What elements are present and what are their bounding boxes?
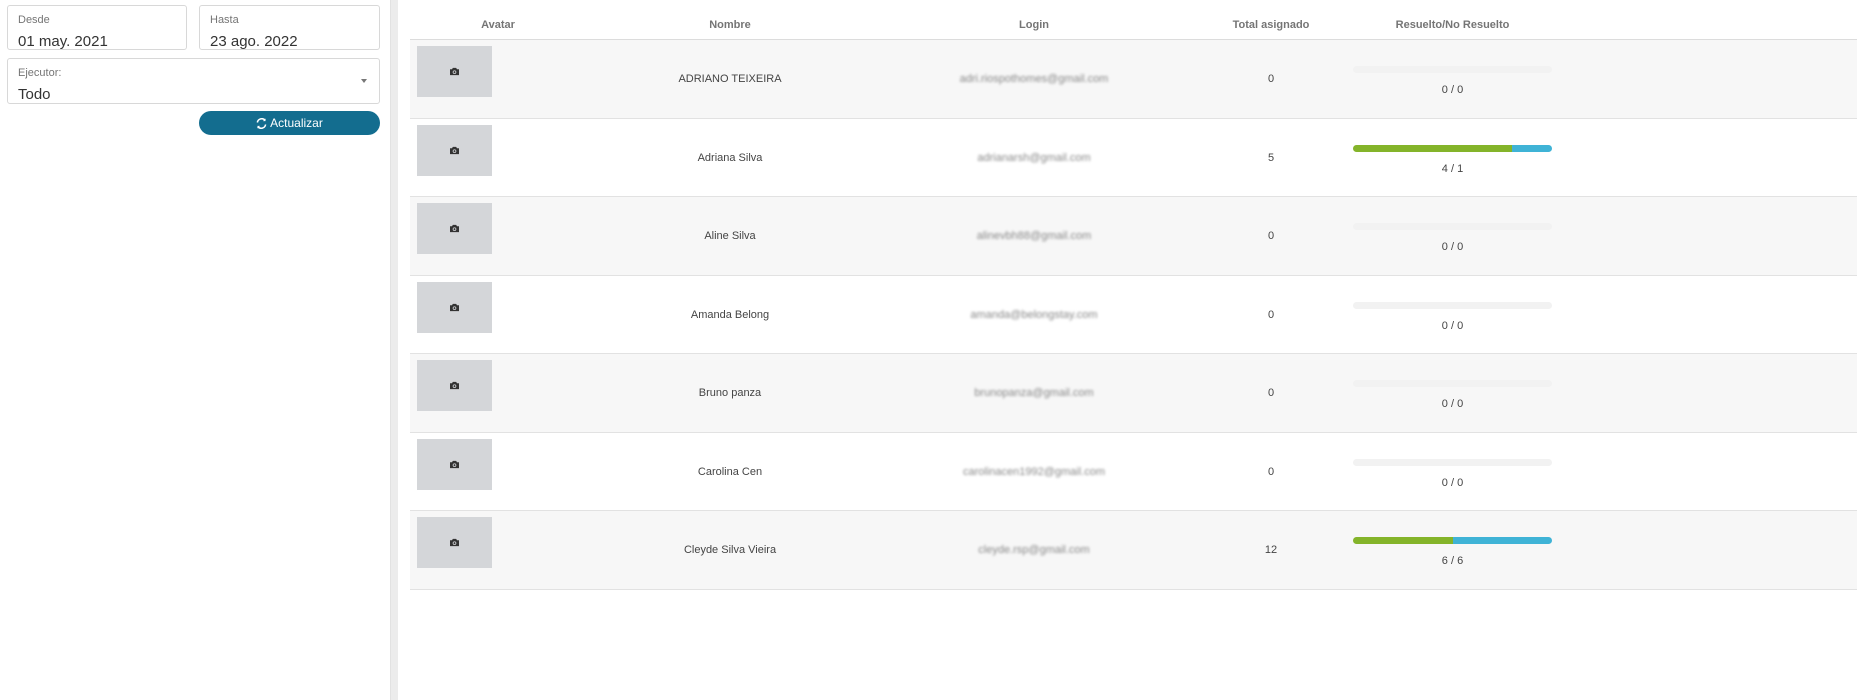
cell-nombre: Adriana Silva [697,151,763,164]
cell-ratio: 0 / 0 [1441,84,1464,96]
cell-ratio: 0 / 0 [1441,476,1464,489]
cell-total: 12 [1264,544,1278,556]
executors-table: Avatar Nombre Login Total asignado Resue… [410,8,1857,700]
table-row[interactable]: Aline Silva alinevbh88@gmail.com 0 0 / 0 [410,197,1857,276]
header-avatar[interactable]: Avatar [448,19,548,31]
desde-date-field[interactable]: Desde 01 may. 2021 [7,5,187,50]
avatar[interactable] [417,360,492,411]
resolution-progress-bar [1353,458,1552,466]
cell-nombre: ADRIANO TEIXEIRA [678,73,782,85]
hasta-date-field[interactable]: Hasta 23 ago. 2022 [199,5,380,50]
cell-login: alinevbh88@gmail.com [976,230,1092,242]
cell-total: 0 [1267,387,1275,399]
progress-no-resuelto [1512,144,1552,152]
resolution-progress-bar [1353,144,1552,152]
progress-resuelto [1353,144,1513,152]
camera-icon [450,538,459,547]
cell-total: 0 [1267,230,1275,242]
cell-login: adri.riospothomes@gmail.com [959,73,1109,85]
cell-nombre: Bruno panza [698,387,762,399]
desde-label: Desde [18,14,50,26]
cell-total: 5 [1267,151,1275,164]
camera-icon [450,381,459,390]
resolution-progress-bar [1353,537,1552,544]
cell-ratio: 0 / 0 [1441,241,1464,253]
caret-down-icon[interactable] [361,79,367,83]
resolution-progress-bar [1353,66,1552,73]
cell-nombre: Amanda Belong [690,308,770,321]
table-row[interactable]: Amanda Belong amanda@belongstay.com 0 0 / 0 [410,275,1857,354]
refresh-icon [256,117,267,129]
update-button[interactable]: Actualizar [199,111,380,135]
resolution-progress-bar [1353,380,1552,387]
avatar[interactable] [417,46,492,97]
camera-icon [450,146,459,154]
resolution-progress-bar [1353,223,1552,230]
avatar[interactable] [417,281,492,333]
ejecutor-select[interactable]: Ejecutor: Todo [7,58,380,104]
cell-total: 0 [1267,73,1275,85]
cell-nombre: Carolina Cen [697,465,763,478]
header-total[interactable]: Total asignado [1221,19,1321,31]
avatar[interactable] [417,124,492,176]
progress-resuelto [1353,537,1453,544]
avatar[interactable] [417,517,492,568]
ejecutor-value[interactable]: Todo [18,86,51,103]
cell-login: amanda@belongstay.com [970,308,1098,321]
desde-value[interactable]: 01 may. 2021 [18,33,108,50]
resolution-progress-bar [1353,301,1552,309]
camera-icon [450,67,459,76]
camera-icon [450,224,459,233]
cell-ratio: 4 / 1 [1441,162,1464,175]
cell-ratio: 0 / 0 [1441,319,1464,332]
header-nombre[interactable]: Nombre [630,19,830,31]
panel-splitter[interactable] [390,0,398,700]
cell-login: cleyde.rsp@gmail.com [978,544,1090,556]
avatar[interactable] [417,438,492,490]
cell-ratio: 6 / 6 [1441,555,1464,567]
filter-panel: Desde 01 may. 2021 Hasta 23 ago. 2022 Ej… [0,0,390,700]
progress-no-resuelto [1452,537,1552,544]
cell-nombre: Aline Silva [704,230,756,242]
ejecutor-label: Ejecutor: [18,67,62,79]
camera-icon [450,460,459,468]
camera-icon [450,303,459,311]
hasta-label: Hasta [210,14,239,26]
table-row[interactable]: Adriana Silva adrianarsh@gmail.com 5 4 / 1 [410,118,1857,197]
update-button-label: Actualizar [270,116,323,130]
table-row[interactable]: Cleyde Silva Vieira cleyde.rsp@gmail.com 1… [410,511,1857,590]
cell-ratio: 0 / 0 [1441,398,1464,410]
cell-nombre: Cleyde Silva Vieira [683,544,777,556]
cell-login: brunopanza@gmail.com [974,387,1094,399]
avatar[interactable] [417,203,492,254]
table-row[interactable]: Carolina Cen carolinacen1992@gmail.com 0 0 … [410,432,1857,511]
header-login[interactable]: Login [934,19,1134,31]
cell-login: carolinacen1992@gmail.com [962,465,1106,478]
cell-login: adrianarsh@gmail.com [977,151,1091,164]
header-resuelto[interactable]: Resuelto/No Resuelto [1353,19,1552,31]
hasta-value[interactable]: 23 ago. 2022 [210,33,298,50]
table-row[interactable]: Bruno panza brunopanza@gmail.com 0 0 / 0 [410,354,1857,433]
cell-total: 0 [1267,308,1275,321]
table-header: Avatar Nombre Login Total asignado Resue… [410,8,1857,40]
table-row[interactable]: ADRIANO TEIXEIRA adri.riospothomes@gmail.… [410,40,1857,119]
cell-total: 0 [1267,465,1275,478]
